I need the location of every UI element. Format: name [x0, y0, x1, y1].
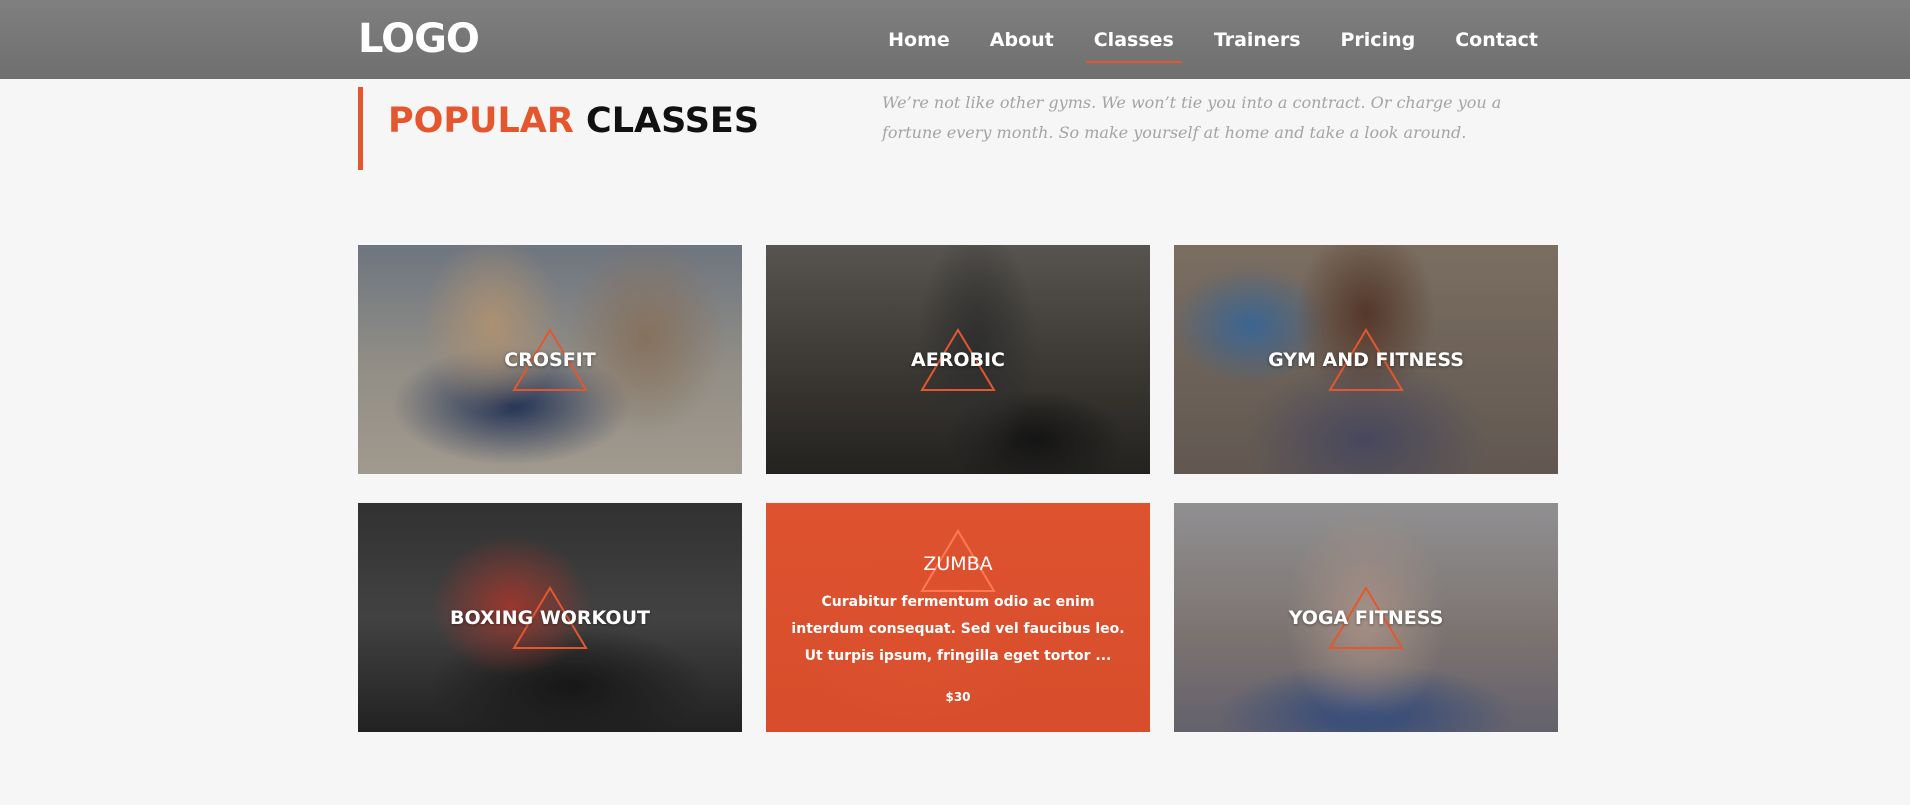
class-title: ZUMBA: [923, 553, 993, 575]
class-title: BOXING WORKOUT: [450, 606, 650, 629]
class-card-boxing-workout[interactable]: BOXING WORKOUT: [358, 503, 742, 732]
nav-home[interactable]: Home: [888, 23, 950, 57]
section-title-rest: CLASSES: [586, 100, 760, 141]
logo[interactable]: LOGO: [358, 16, 480, 62]
class-card-zumba[interactable]: ZUMBA Curabitur fermentum odio ac enim i…: [766, 503, 1150, 732]
card-label: CROSFIT: [358, 349, 742, 371]
class-title: GYM AND FITNESS: [1268, 348, 1464, 371]
class-card-yoga-fitness[interactable]: YOGA FITNESS: [1174, 503, 1558, 732]
card-label: BOXING WORKOUT: [358, 607, 742, 629]
class-title: CROSFIT: [504, 348, 596, 371]
class-price: $30: [945, 690, 971, 704]
card-detail: ZUMBA Curabitur fermentum odio ac enim i…: [766, 529, 1150, 704]
main-nav: Home About Classes Trainers Pricing Cont…: [848, 0, 1538, 79]
class-card-aerobic[interactable]: AEROBIC: [766, 245, 1150, 474]
section-title-highlight: POPULAR: [388, 100, 574, 141]
nav-contact[interactable]: Contact: [1455, 23, 1538, 57]
class-card-gym-and-fitness[interactable]: GYM AND FITNESS: [1174, 245, 1558, 474]
section-title-block: POPULAR CLASSES: [358, 87, 759, 170]
card-label: GYM AND FITNESS: [1174, 349, 1558, 371]
class-title: YOGA FITNESS: [1288, 606, 1444, 629]
class-card-crossfit[interactable]: CROSFIT: [358, 245, 742, 474]
nav-pricing[interactable]: Pricing: [1341, 23, 1416, 57]
class-description: Curabitur fermentum odio ac enim interdu…: [791, 594, 1125, 664]
site-header: LOGO Home About Classes Trainers Pricing…: [0, 0, 1910, 79]
card-label: YOGA FITNESS: [1174, 607, 1558, 629]
section-title: POPULAR CLASSES: [388, 101, 759, 141]
nav-trainers[interactable]: Trainers: [1214, 23, 1301, 57]
class-title: AEROBIC: [911, 348, 1005, 371]
nav-classes[interactable]: Classes: [1085, 23, 1182, 63]
nav-about[interactable]: About: [990, 23, 1054, 57]
card-label: AEROBIC: [766, 349, 1150, 371]
section-intro: We’re not like other gyms. We won’t tie …: [882, 93, 1502, 142]
